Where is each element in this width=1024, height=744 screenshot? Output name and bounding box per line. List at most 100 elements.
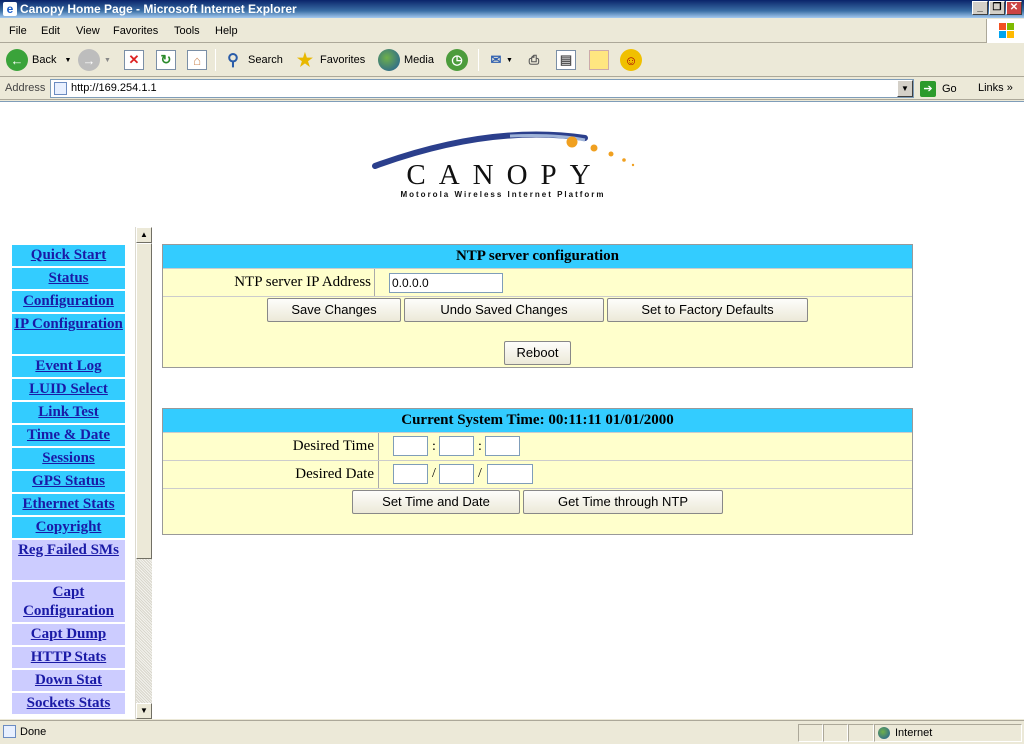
date-month-input[interactable] bbox=[393, 464, 428, 484]
sidebar-item-reg-failed-sms[interactable]: Reg Failed SMs bbox=[12, 540, 125, 582]
discuss-button[interactable] bbox=[589, 48, 609, 72]
security-zone: Internet bbox=[874, 724, 1022, 742]
canopy-logo: CANOPY Motorola Wireless Internet Platfo… bbox=[372, 131, 635, 199]
factory-defaults-button[interactable]: Set to Factory Defaults bbox=[607, 298, 808, 322]
page-icon bbox=[54, 82, 67, 95]
forward-arrow-icon: → bbox=[78, 49, 100, 71]
refresh-button[interactable]: ↻ bbox=[156, 48, 176, 72]
search-icon: ⚲ bbox=[227, 52, 239, 69]
logo-tagline: Motorola Wireless Internet Platform bbox=[400, 190, 605, 199]
date-day-input[interactable] bbox=[439, 464, 474, 484]
forward-button[interactable]: → ▼ bbox=[78, 48, 111, 72]
messenger-button[interactable]: ☺ bbox=[620, 48, 646, 72]
mail-button[interactable]: ✉ ▼ bbox=[486, 48, 513, 72]
get-time-ntp-button[interactable]: Get Time through NTP bbox=[523, 490, 723, 514]
media-button[interactable]: Media bbox=[378, 48, 434, 72]
sidebar-item-ip-configuration[interactable]: IP Configuration bbox=[12, 314, 125, 356]
sidebar-item-quick-start[interactable]: Quick Start bbox=[12, 245, 125, 268]
sidebar-item-luid-select[interactable]: LUID Select bbox=[12, 379, 125, 402]
edit-button[interactable]: ▤ bbox=[556, 48, 576, 72]
time-second-input[interactable] bbox=[485, 436, 520, 456]
desired-date-row: Desired Date / / bbox=[163, 460, 912, 488]
sidebar-item-down-stat[interactable]: Down Stat bbox=[12, 670, 125, 693]
time-minute-input[interactable] bbox=[439, 436, 474, 456]
ntp-config-panel: NTP server configuration NTP server IP A… bbox=[162, 244, 913, 368]
history-button[interactable]: ◷ bbox=[446, 48, 472, 72]
print-button[interactable]: ⎙ bbox=[524, 48, 544, 72]
mail-icon: ✉ bbox=[490, 52, 502, 67]
sidebar-item-capt-dump[interactable]: Capt Dump bbox=[12, 624, 125, 647]
menu-bar: File Edit View Favorites Tools Help bbox=[0, 19, 1024, 43]
windows-flag-icon bbox=[999, 23, 1015, 39]
zone-label: Internet bbox=[895, 727, 933, 739]
go-button[interactable]: ➔ Go bbox=[920, 80, 957, 98]
note-icon bbox=[589, 50, 609, 70]
time-separator: : bbox=[478, 439, 482, 454]
home-button[interactable]: ⌂ bbox=[187, 48, 207, 72]
sidebar-item-ethernet-stats[interactable]: Ethernet Stats bbox=[12, 494, 125, 517]
scroll-up-icon[interactable]: ▲ bbox=[136, 227, 152, 243]
title-bar: e Canopy Home Page - Microsoft Internet … bbox=[0, 0, 1024, 18]
time-hour-input[interactable] bbox=[393, 436, 428, 456]
sidebar-item-time-date[interactable]: Time & Date bbox=[12, 425, 125, 448]
sidebar-item-sessions[interactable]: Sessions bbox=[12, 448, 125, 471]
date-year-input[interactable] bbox=[487, 464, 533, 484]
address-input[interactable]: http://169.254.1.1 bbox=[50, 79, 914, 98]
status-bar: Done Internet bbox=[0, 720, 1024, 744]
media-globe-icon bbox=[378, 49, 400, 71]
sidebar-item-sockets-stats[interactable]: Sockets Stats bbox=[12, 693, 125, 716]
sidebar-item-configuration[interactable]: Configuration bbox=[12, 291, 125, 314]
date-separator: / bbox=[432, 466, 436, 481]
address-label: Address bbox=[5, 82, 46, 94]
undo-saved-changes-button[interactable]: Undo Saved Changes bbox=[404, 298, 604, 322]
menu-favorites[interactable]: Favorites bbox=[113, 25, 158, 37]
search-button[interactable]: ⚲ Search bbox=[222, 48, 283, 72]
search-label: Search bbox=[248, 54, 283, 66]
links-label: Links bbox=[978, 82, 1004, 94]
menu-file[interactable]: File bbox=[9, 25, 27, 37]
refresh-icon: ↻ bbox=[156, 50, 176, 70]
restore-button[interactable]: ❐ bbox=[989, 1, 1005, 15]
reboot-button[interactable]: Reboot bbox=[504, 341, 571, 365]
sidebar-item-link-test[interactable]: Link Test bbox=[12, 402, 125, 425]
address-bar: Address http://169.254.1.1 ▼ ➔ Go Links … bbox=[0, 78, 1024, 100]
page-done-icon bbox=[3, 725, 16, 738]
favorites-button[interactable]: ★ Favorites bbox=[294, 48, 365, 72]
sidebar-item-copyright[interactable]: Copyright bbox=[12, 517, 125, 540]
sidebar-item-capt-configuration[interactable]: Capt Configuration bbox=[12, 582, 125, 624]
set-time-date-button[interactable]: Set Time and Date bbox=[352, 490, 520, 514]
scroll-thumb[interactable] bbox=[136, 243, 152, 559]
back-label: Back bbox=[32, 54, 57, 66]
ntp-panel-title: NTP server configuration bbox=[163, 245, 912, 268]
ie-icon: e bbox=[3, 2, 17, 16]
sidebar-item-status[interactable]: Status bbox=[12, 268, 125, 291]
ntp-ip-row: NTP server IP Address 0.0.0.0 bbox=[163, 268, 912, 296]
desired-time-label: Desired Time bbox=[292, 438, 374, 454]
sidebar-scrollbar[interactable]: ▲ ▼ bbox=[135, 227, 152, 719]
scroll-down-icon[interactable]: ▼ bbox=[136, 703, 152, 719]
menu-tools[interactable]: Tools bbox=[174, 25, 200, 37]
address-dropdown-icon[interactable]: ▼ bbox=[897, 80, 913, 97]
close-button[interactable]: ✕ bbox=[1006, 1, 1022, 15]
links-button[interactable]: Links » bbox=[978, 82, 1013, 94]
scroll-track[interactable] bbox=[136, 559, 152, 703]
minimize-button[interactable]: _ bbox=[972, 1, 988, 15]
save-changes-button[interactable]: Save Changes bbox=[267, 298, 401, 322]
go-arrow-icon: ➔ bbox=[920, 81, 936, 97]
sidebar-item-http-stats[interactable]: HTTP Stats bbox=[12, 647, 125, 670]
menu-view[interactable]: View bbox=[76, 25, 100, 37]
status-pane bbox=[823, 724, 848, 742]
logo-brand: CANOPY bbox=[406, 159, 603, 191]
status-pane bbox=[848, 724, 874, 742]
ntp-ip-label: NTP server IP Address bbox=[234, 274, 371, 290]
ntp-ip-input[interactable]: 0.0.0.0 bbox=[389, 273, 503, 293]
menu-edit[interactable]: Edit bbox=[41, 25, 60, 37]
sidebar-item-gps-status[interactable]: GPS Status bbox=[12, 471, 125, 494]
sidebar-item-event-log[interactable]: Event Log bbox=[12, 356, 125, 379]
time-panel-title: Current System Time: 00:11:11 01/01/2000 bbox=[163, 409, 912, 432]
back-button[interactable]: ← Back ▼ bbox=[6, 48, 71, 72]
media-label: Media bbox=[404, 54, 434, 66]
status-pane bbox=[798, 724, 823, 742]
stop-button[interactable]: ✕ bbox=[124, 48, 144, 72]
menu-help[interactable]: Help bbox=[215, 25, 238, 37]
